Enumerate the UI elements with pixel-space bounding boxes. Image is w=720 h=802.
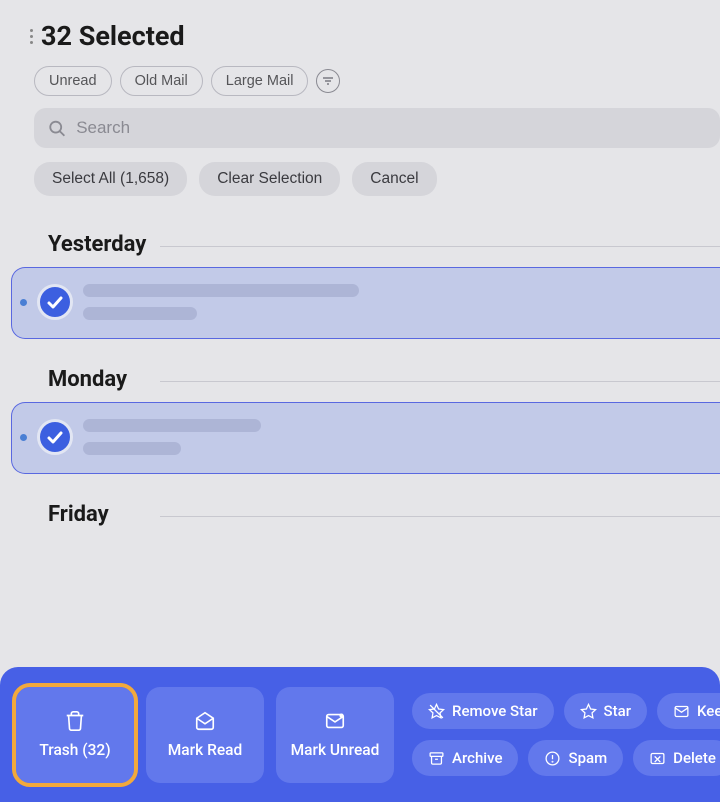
mark-unread-label: Mark Unread: [291, 741, 380, 759]
email-item[interactable]: [11, 402, 720, 474]
unread-dot-icon: [20, 299, 27, 306]
email-preview: [83, 284, 359, 320]
search-box[interactable]: [34, 108, 720, 148]
section-header-monday: Monday: [0, 367, 720, 402]
unread-dot-icon: [20, 434, 27, 441]
keep-button[interactable]: Kee: [657, 693, 720, 729]
trash-icon: [64, 710, 86, 732]
mark-unread-button[interactable]: Mark Unread: [276, 687, 394, 783]
remove-star-button[interactable]: Remove Star: [412, 693, 554, 729]
star-off-icon: [428, 703, 445, 720]
mark-read-label: Mark Read: [168, 741, 242, 759]
selected-check-icon[interactable]: [37, 419, 73, 455]
filter-unread[interactable]: Unread: [34, 66, 112, 96]
cancel-button[interactable]: Cancel: [352, 162, 436, 196]
search-input[interactable]: [76, 118, 706, 138]
more-menu-icon[interactable]: [30, 29, 33, 44]
select-all-button[interactable]: Select All (1,658): [34, 162, 187, 196]
bulk-action-toolbar: Trash (32) Mark Read Mark Unread Remove …: [0, 667, 720, 802]
keep-icon: [673, 703, 690, 720]
filter-settings-icon[interactable]: [316, 69, 340, 93]
clear-selection-button[interactable]: Clear Selection: [199, 162, 340, 196]
trash-button[interactable]: Trash (32): [16, 687, 134, 783]
section-header-yesterday: Yesterday: [0, 232, 720, 267]
archive-icon: [428, 750, 445, 767]
delete-forever-button[interactable]: Delete: [633, 740, 720, 776]
star-button[interactable]: Star: [564, 693, 647, 729]
star-icon: [580, 703, 597, 720]
filter-old-mail[interactable]: Old Mail: [120, 66, 203, 96]
section-header-friday: Friday: [0, 502, 720, 537]
trash-label: Trash (32): [39, 741, 110, 759]
search-icon: [48, 119, 66, 138]
spam-button[interactable]: Spam: [528, 740, 623, 776]
filter-large-mail[interactable]: Large Mail: [211, 66, 309, 96]
email-item[interactable]: [11, 267, 720, 339]
mail-icon: [324, 710, 346, 732]
page-title: 32 Selected: [41, 20, 185, 52]
selected-check-icon[interactable]: [37, 284, 73, 320]
archive-button[interactable]: Archive: [412, 740, 518, 776]
email-preview: [83, 419, 261, 455]
mail-open-icon: [194, 710, 216, 732]
delete-icon: [649, 750, 666, 767]
alert-icon: [544, 750, 561, 767]
mark-read-button[interactable]: Mark Read: [146, 687, 264, 783]
